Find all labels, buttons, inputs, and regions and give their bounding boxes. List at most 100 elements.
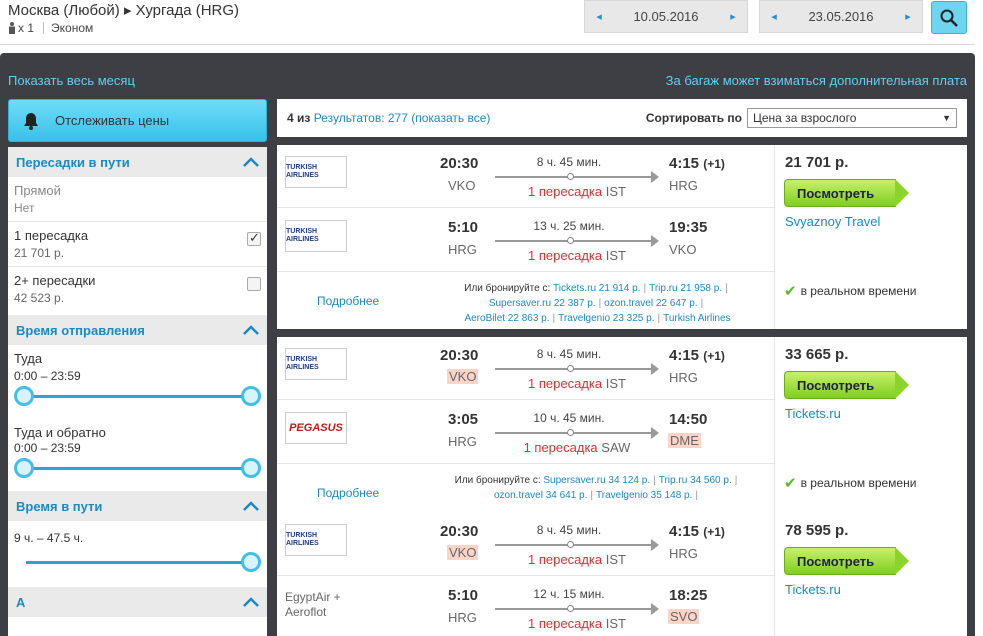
view-offer-button[interactable]: Посмотреть — [784, 179, 909, 207]
departure-time: 5:10 — [448, 587, 479, 604]
next-date-icon[interactable]: ▸ — [719, 10, 747, 23]
filter-duration: 9 ч. – 47.5 ч. — [8, 521, 267, 545]
filter-stops-header[interactable]: Пересадки в пути — [8, 147, 267, 177]
arrival-time: 19:35 — [669, 219, 708, 236]
agent-link[interactable]: Svyaznoy Travel — [785, 214, 880, 229]
sort-value: Цена за взрослого — [753, 111, 857, 125]
date-out[interactable]: 10.05.2016 — [633, 9, 698, 24]
alt-seller-link[interactable]: Travelgenio 35 148 р. — [596, 490, 692, 501]
result-card: TURKISH AIRLINES 20:30 VKO 8 ч. 45 мин. … — [277, 513, 967, 636]
chevron-up-icon[interactable] — [243, 501, 259, 511]
return-time-slider[interactable] — [14, 457, 261, 479]
filter-option-label: 2+ пересадки — [14, 273, 96, 288]
check-icon: ✔ — [784, 475, 797, 492]
arrival-airport: SVO — [668, 609, 700, 624]
arrival-time: 18:25 — [669, 587, 708, 604]
arrival-time: 4:15 (+1) — [669, 523, 725, 540]
alternative-sellers: Или бронируйте с: Supersaver.ru 34 124 р… — [454, 475, 738, 501]
show-all-link[interactable]: (показать все) — [411, 111, 490, 125]
filter-departure-header[interactable]: Время отправления — [8, 315, 267, 345]
filter-outbound-range: 0:00 – 23:59 — [14, 369, 81, 383]
filter-next-header[interactable]: А — [8, 587, 267, 617]
flight-duration: 8 ч. 45 мин. — [536, 347, 602, 361]
slider-handle-max[interactable] — [241, 552, 261, 572]
alt-seller-link[interactable]: AeroBilet 22 863 р. — [464, 313, 549, 324]
arrival-airport: VKO — [669, 242, 697, 257]
alt-seller-link[interactable]: ozon.travel 34 641 р. — [494, 490, 587, 501]
next-date-icon[interactable]: ▸ — [894, 10, 922, 23]
arrival-airport: HRG — [669, 370, 698, 385]
filter-stops-two-plus[interactable]: 2+ пересадки 42 523 р. — [8, 267, 267, 311]
stops-info: 1 пересадка IST — [528, 248, 626, 263]
filter-stops-one[interactable]: 1 пересадка 21 701 р. — [8, 222, 267, 266]
stops-info: 1 пересадка SAW — [523, 440, 631, 455]
filter-duration-header[interactable]: Время в пути — [8, 491, 267, 521]
agent-link[interactable]: Tickets.ru — [785, 406, 841, 421]
view-offer-button[interactable]: Посмотреть — [784, 547, 909, 575]
agent-link[interactable]: Tickets.ru — [785, 582, 841, 597]
outbound-time-slider[interactable] — [14, 385, 261, 407]
sort-select[interactable]: Цена за взрослого ▼ — [747, 108, 957, 128]
departure-time: 20:30 — [440, 155, 479, 172]
departure-airport: VKO — [448, 178, 476, 193]
slider-handle-max[interactable] — [241, 386, 261, 406]
alt-seller-link[interactable]: Supersaver.ru 34 124 р. — [543, 475, 650, 486]
arrival-time: 4:15 (+1) — [669, 347, 725, 364]
prev-date-icon[interactable]: ◂ — [760, 10, 788, 23]
search-button[interactable] — [931, 1, 967, 34]
alt-seller-link[interactable]: Supersaver.ru 22 387 р. — [489, 298, 596, 309]
filter-return-time: Туда и обратно 0:00 – 23:59 — [8, 409, 267, 455]
result-card: TURKISH AIRLINES 20:30 VKO 8 ч. 45 мин. … — [277, 145, 967, 329]
arrival-time: 4:15 (+1) — [669, 155, 725, 172]
details-link[interactable]: Подробнее — [317, 486, 379, 500]
filter-option-price: 42 523 р. — [14, 291, 65, 305]
alt-seller-link[interactable]: Trip.ru 34 560 р. — [659, 475, 732, 486]
alt-seller-link[interactable]: Turkish Airlines — [663, 313, 730, 324]
flight-leg: TURKISH AIRLINES 20:30 VKO 8 ч. 45 мин. … — [277, 145, 774, 208]
price-column: 21 701 р. Посмотреть Svyaznoy Travel ✔ в … — [774, 145, 967, 329]
price-column: 33 665 р. Посмотреть Tickets.ru ✔ в реаль… — [774, 337, 967, 521]
duration-slider[interactable] — [14, 551, 261, 573]
slider-handle-min[interactable] — [14, 458, 34, 478]
alt-seller-link[interactable]: Trip.ru 21 958 р. — [649, 283, 722, 294]
departure-airport: VKO — [447, 545, 479, 560]
filter-option-price: Нет — [14, 201, 35, 215]
view-offer-button[interactable]: Посмотреть — [784, 371, 909, 399]
filter-next-title: А — [16, 594, 26, 610]
departure-time: 5:10 — [448, 219, 479, 236]
flight-leg: TURKISH AIRLINES 20:30 VKO 8 ч. 45 мин. … — [277, 337, 774, 400]
results-header: 4 из Результатов: 277 (показать все) Сор… — [277, 99, 967, 137]
realtime-badge: ✔ в реальном времени — [784, 475, 917, 492]
stops-info: 1 пересадка IST — [528, 552, 626, 567]
divider — [0, 44, 975, 45]
alt-seller-link[interactable]: Tickets.ru 21 914 р. — [553, 283, 640, 294]
show-month-link[interactable]: Показать весь месяц — [8, 73, 135, 88]
passenger-count: x 1 — [18, 21, 35, 35]
results-list: 4 из Результатов: 277 (показать все) Сор… — [277, 99, 967, 636]
result-card: TURKISH AIRLINES 20:30 VKO 8 ч. 45 мин. … — [277, 337, 967, 521]
check-icon: ✔ — [784, 283, 797, 300]
checkbox-two-plus-stops[interactable] — [247, 277, 261, 291]
details-link[interactable]: Подробнее — [317, 294, 379, 308]
date-back[interactable]: 23.05.2016 — [808, 9, 873, 24]
slider-handle-max[interactable] — [241, 458, 261, 478]
checkbox-one-stop[interactable] — [247, 230, 261, 246]
alt-seller-link[interactable]: Travelgenio 23 325 р. — [558, 313, 654, 324]
track-prices-button[interactable]: Отслеживать цены — [8, 99, 267, 142]
airline-logo: TURKISH AIRLINES — [285, 156, 347, 188]
chevron-up-icon[interactable] — [243, 597, 259, 607]
chevron-up-icon[interactable] — [243, 325, 259, 335]
date-back-picker[interactable]: ◂ 23.05.2016 ▸ — [759, 0, 923, 33]
baggage-note: За багаж может взиматься дополнительная … — [665, 73, 967, 88]
slider-handle-min[interactable] — [14, 386, 34, 406]
filter-duration-title: Время в пути — [16, 498, 103, 514]
flight-leg: TURKISH AIRLINES 5:10 HRG 13 ч. 25 мин. … — [277, 209, 774, 272]
prev-date-icon[interactable]: ◂ — [585, 10, 613, 23]
alt-seller-link[interactable]: ozon.travel 22 647 р. — [604, 298, 697, 309]
arrival-airport: DME — [668, 433, 701, 448]
chevron-up-icon[interactable] — [243, 157, 259, 167]
date-out-picker[interactable]: ◂ 10.05.2016 ▸ — [584, 0, 748, 33]
track-prices-label: Отслеживать цены — [55, 113, 170, 128]
arrival-airport: HRG — [669, 546, 698, 561]
flight-duration: 10 ч. 45 мин. — [533, 411, 605, 425]
